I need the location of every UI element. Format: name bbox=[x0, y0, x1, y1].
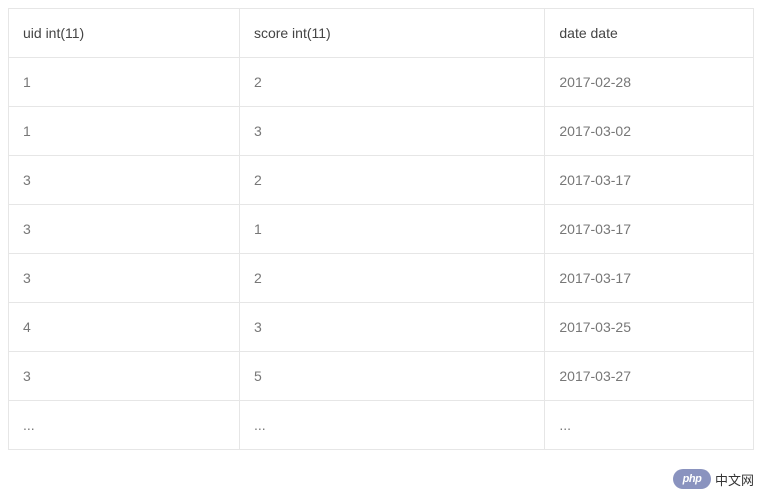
table-row: 1 2 2017-02-28 bbox=[9, 58, 754, 107]
table-row: 3 2 2017-03-17 bbox=[9, 156, 754, 205]
cell-score: 2 bbox=[239, 254, 544, 303]
table-row: 1 3 2017-03-02 bbox=[9, 107, 754, 156]
watermark-text: 中文网 bbox=[715, 470, 754, 489]
cell-score: 3 bbox=[239, 303, 544, 352]
watermark: php 中文网 bbox=[673, 469, 754, 489]
cell-score: 2 bbox=[239, 156, 544, 205]
cell-uid: 3 bbox=[9, 156, 240, 205]
header-date: date date bbox=[545, 9, 754, 58]
cell-uid: 1 bbox=[9, 107, 240, 156]
data-table: uid int(11) score int(11) date date 1 2 … bbox=[8, 8, 754, 450]
table-row: ... ... ... bbox=[9, 401, 754, 450]
table-row: 3 2 2017-03-17 bbox=[9, 254, 754, 303]
cell-uid: 3 bbox=[9, 205, 240, 254]
cell-date: 2017-02-28 bbox=[545, 58, 754, 107]
cell-date: 2017-03-17 bbox=[545, 254, 754, 303]
php-badge-icon: php bbox=[673, 469, 711, 489]
cell-score: ... bbox=[239, 401, 544, 450]
data-table-wrapper: uid int(11) score int(11) date date 1 2 … bbox=[0, 0, 762, 458]
table-header-row: uid int(11) score int(11) date date bbox=[9, 9, 754, 58]
cell-date: 2017-03-25 bbox=[545, 303, 754, 352]
header-score: score int(11) bbox=[239, 9, 544, 58]
table-row: 3 1 2017-03-17 bbox=[9, 205, 754, 254]
table-row: 4 3 2017-03-25 bbox=[9, 303, 754, 352]
cell-uid: ... bbox=[9, 401, 240, 450]
cell-date: 2017-03-02 bbox=[545, 107, 754, 156]
cell-score: 1 bbox=[239, 205, 544, 254]
cell-uid: 1 bbox=[9, 58, 240, 107]
cell-uid: 3 bbox=[9, 254, 240, 303]
cell-uid: 4 bbox=[9, 303, 240, 352]
cell-date: 2017-03-17 bbox=[545, 156, 754, 205]
cell-date: ... bbox=[545, 401, 754, 450]
cell-date: 2017-03-17 bbox=[545, 205, 754, 254]
cell-uid: 3 bbox=[9, 352, 240, 401]
header-uid: uid int(11) bbox=[9, 9, 240, 58]
cell-score: 5 bbox=[239, 352, 544, 401]
cell-score: 2 bbox=[239, 58, 544, 107]
cell-date: 2017-03-27 bbox=[545, 352, 754, 401]
table-row: 3 5 2017-03-27 bbox=[9, 352, 754, 401]
cell-score: 3 bbox=[239, 107, 544, 156]
